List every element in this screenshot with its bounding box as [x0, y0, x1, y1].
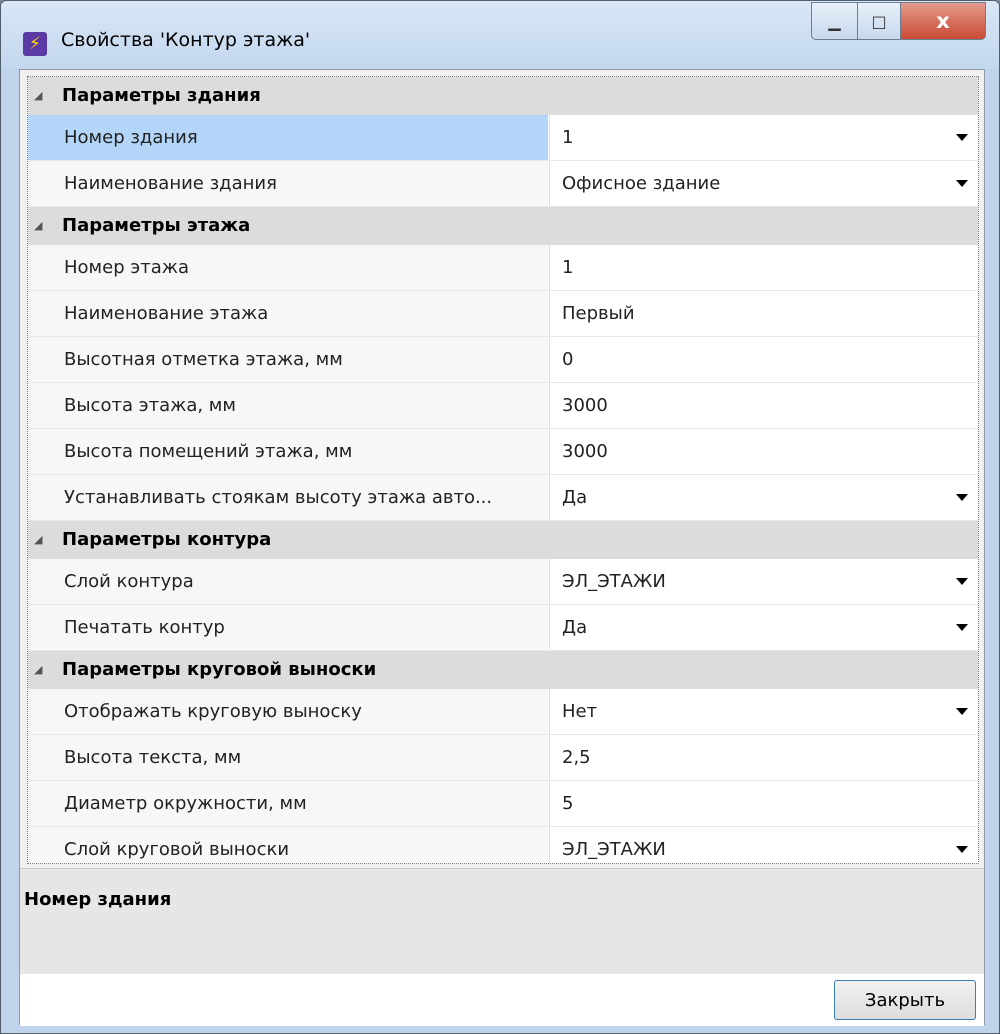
property-value[interactable]: Да	[549, 605, 978, 651]
property-value[interactable]: 1	[549, 115, 978, 161]
property-value-text: 1	[562, 257, 574, 278]
window-controls: ▁ □ x	[811, 2, 986, 40]
property-row[interactable]: Наименование этажа Первый	[28, 291, 978, 337]
dropdown-arrow-icon[interactable]	[956, 134, 968, 141]
category-header[interactable]: ◢ Параметры контура	[28, 521, 978, 559]
property-grid[interactable]: ◢ Параметры здания Номер здания 1 Наименован…	[27, 76, 979, 864]
property-value[interactable]: ЭЛ_ЭТАЖИ	[549, 559, 978, 605]
minimize-button[interactable]: ▁	[811, 2, 858, 40]
property-name[interactable]: Слой контура	[28, 559, 548, 605]
dialog-client-area: ◢ Параметры здания Номер здания 1 Наименован…	[19, 69, 985, 1026]
property-value[interactable]: Да	[549, 475, 978, 521]
property-name[interactable]: Слой круговой выноски	[28, 827, 548, 863]
collapse-triangle-icon[interactable]: ◢	[34, 533, 42, 546]
title-bar[interactable]: ⚡ Свойства 'Контур этажа' ▁ □ x	[1, 1, 999, 69]
close-button[interactable]: Закрыть	[834, 980, 976, 1020]
maximize-icon: □	[871, 11, 887, 31]
property-row[interactable]: Высота текста, мм 2,5	[28, 735, 978, 781]
property-value-text: 5	[562, 793, 574, 814]
collapse-triangle-icon[interactable]: ◢	[34, 219, 42, 232]
property-value[interactable]: 3000	[549, 429, 978, 475]
property-row[interactable]: Номер этажа 1	[28, 245, 978, 291]
description-title: Номер здания	[24, 889, 172, 910]
category-header[interactable]: ◢ Параметры этажа	[28, 207, 978, 245]
property-value-text: 3000	[562, 441, 608, 462]
description-panel: Номер здания	[20, 868, 984, 975]
property-value[interactable]: 3000	[549, 383, 978, 429]
property-row[interactable]: Слой контура ЭЛ_ЭТАЖИ	[28, 559, 978, 605]
property-name[interactable]: Наименование этажа	[28, 291, 548, 337]
property-name[interactable]: Высота этажа, мм	[28, 383, 548, 429]
property-value[interactable]: Офисное здание	[549, 161, 978, 207]
property-value-text: Да	[562, 617, 588, 638]
dropdown-arrow-icon[interactable]	[956, 624, 968, 631]
property-value[interactable]: 0	[549, 337, 978, 383]
property-row[interactable]: Номер здания 1	[28, 115, 978, 161]
maximize-button[interactable]: □	[858, 2, 901, 40]
property-name[interactable]: Высота помещений этажа, мм	[28, 429, 548, 475]
property-value-text: ЭЛ_ЭТАЖИ	[562, 839, 666, 860]
close-icon: x	[936, 9, 950, 33]
property-value-text: ЭЛ_ЭТАЖИ	[562, 571, 666, 592]
lightning-app-icon: ⚡	[23, 32, 47, 56]
property-name[interactable]: Устанавливать стоякам высоту этажа авто.…	[28, 475, 548, 521]
property-value[interactable]: ЭЛ_ЭТАЖИ	[549, 827, 978, 863]
property-row[interactable]: Слой круговой выноски ЭЛ_ЭТАЖИ	[28, 827, 978, 863]
property-value-text: 1	[562, 127, 574, 148]
property-value-text: Да	[562, 487, 588, 508]
category-header[interactable]: ◢ Параметры круговой выноски	[28, 651, 978, 689]
collapse-triangle-icon[interactable]: ◢	[34, 663, 42, 676]
property-name[interactable]: Номер здания	[28, 115, 548, 161]
dropdown-arrow-icon[interactable]	[956, 708, 968, 715]
minimize-icon: ▁	[828, 11, 841, 31]
category-header[interactable]: ◢ Параметры здания	[28, 77, 978, 115]
property-value-text: 3000	[562, 395, 608, 416]
property-row[interactable]: Диаметр окружности, мм 5	[28, 781, 978, 827]
window-title: Свойства 'Контур этажа'	[61, 29, 311, 51]
property-row[interactable]: Наименование здания Офисное здание	[28, 161, 978, 207]
property-name[interactable]: Печатать контур	[28, 605, 548, 651]
property-value-text: 0	[562, 349, 574, 370]
property-value-text: Офисное здание	[562, 173, 721, 194]
category-label: Параметры круговой выноски	[62, 659, 377, 680]
collapse-triangle-icon[interactable]: ◢	[34, 89, 42, 102]
property-value[interactable]: 5	[549, 781, 978, 827]
dropdown-arrow-icon[interactable]	[956, 180, 968, 187]
property-row[interactable]: Отображать круговую выноску Нет	[28, 689, 978, 735]
property-value[interactable]: 2,5	[549, 735, 978, 781]
dropdown-arrow-icon[interactable]	[956, 578, 968, 585]
property-name[interactable]: Номер этажа	[28, 245, 548, 291]
properties-window: ⚡ Свойства 'Контур этажа' ▁ □ x ◢ Парамет…	[0, 0, 1000, 1034]
property-row[interactable]: Печатать контур Да	[28, 605, 978, 651]
property-value-text: Нет	[562, 701, 598, 722]
property-value[interactable]: 1	[549, 245, 978, 291]
property-value[interactable]: Нет	[549, 689, 978, 735]
property-row[interactable]: Высота этажа, мм 3000	[28, 383, 978, 429]
property-name[interactable]: Отображать круговую выноску	[28, 689, 548, 735]
dialog-footer: Закрыть	[20, 974, 984, 1026]
dropdown-arrow-icon[interactable]	[956, 846, 968, 853]
property-value-text: 2,5	[562, 747, 591, 768]
property-name[interactable]: Диаметр окружности, мм	[28, 781, 548, 827]
property-name[interactable]: Высотная отметка этажа, мм	[28, 337, 548, 383]
property-name[interactable]: Высота текста, мм	[28, 735, 548, 781]
property-value-text: Первый	[562, 303, 635, 324]
property-row[interactable]: Высотная отметка этажа, мм 0	[28, 337, 978, 383]
category-label: Параметры контура	[62, 529, 272, 550]
category-label: Параметры этажа	[62, 215, 251, 236]
property-value[interactable]: Первый	[549, 291, 978, 337]
dropdown-arrow-icon[interactable]	[956, 494, 968, 501]
property-row[interactable]: Высота помещений этажа, мм 3000	[28, 429, 978, 475]
close-window-button[interactable]: x	[901, 2, 986, 40]
category-label: Параметры здания	[62, 85, 261, 106]
property-name[interactable]: Наименование здания	[28, 161, 548, 207]
property-row[interactable]: Устанавливать стоякам высоту этажа авто.…	[28, 475, 978, 521]
